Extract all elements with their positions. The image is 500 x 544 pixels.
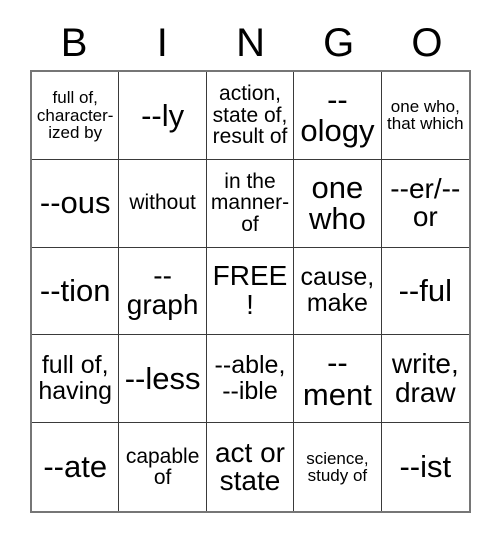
bingo-cell-label: --ist [399,449,452,485]
bingo-cell-g5[interactable]: science, study of [294,423,382,511]
bingo-cell-label: science, study of [306,448,369,486]
bingo-cell-o1[interactable]: one who, that which [381,72,469,160]
bingo-cell-label: in the manner-of [210,170,290,236]
bingo-cell-n1[interactable]: action, state of, result of [206,72,295,160]
bingo-cell-label: capable of [125,444,200,490]
bingo-cell-label: --ly [141,97,185,133]
header-letter-n: N [236,21,265,65]
bingo-cell-i3[interactable]: --graph [119,247,207,336]
bingo-cell-i2[interactable]: without [119,159,207,248]
header-letter-o: O [411,21,443,65]
bingo-cell-label: one who, that which [387,97,464,134]
bingo-cell-free-space[interactable]: FREE! [206,247,295,336]
bingo-cell-label: --ology [300,81,375,149]
bingo-cell-label: --graph [126,260,199,320]
bingo-cell-g1[interactable]: --ology [294,72,382,160]
bingo-card: B I N G O full of, character-ized by --l… [0,0,500,544]
bingo-cell-label: --ment [302,345,372,412]
bingo-cell-label: --able, --ible [214,351,286,405]
bingo-cell-o2[interactable]: --er/--or [381,159,469,248]
bingo-grid: full of, character-ized by --ly action, … [30,70,471,513]
bingo-cell-label: action, state of, result of [212,82,288,149]
bingo-cell-o4[interactable]: write, draw [381,335,469,424]
bingo-cell-label: --ous [39,185,111,221]
bingo-cell-b4[interactable]: full of, having [32,335,120,424]
bingo-cell-b2[interactable]: --ous [32,159,120,248]
bingo-cell-i4[interactable]: --less [119,335,207,424]
bingo-cell-label: without [129,191,196,215]
bingo-cell-n4[interactable]: --able, --ible [206,335,295,424]
bingo-cell-label: --ful [398,273,452,309]
bingo-cell-label: full of, character-ized by [36,88,114,143]
header-letter-i: I [156,21,168,65]
bingo-cell-o3[interactable]: --ful [381,247,469,336]
bingo-cell-label: act or state [214,436,285,497]
bingo-cell-b3[interactable]: --tion [32,247,120,336]
bingo-cell-label: --less [124,360,201,396]
bingo-cell-label: --ate [43,449,108,485]
bingo-cell-i1[interactable]: --ly [119,72,207,160]
bingo-header-row: B I N G O [30,16,471,70]
bingo-cell-i5[interactable]: capable of [119,423,207,511]
bingo-cell-label: one who [308,169,366,237]
bingo-cell-label: --er/--or [390,172,461,233]
bingo-cell-b1[interactable]: full of, character-ized by [32,72,120,160]
bingo-cell-g2[interactable]: one who [294,159,382,248]
bingo-cell-label: cause, make [300,263,375,317]
header-letter-g: G [323,21,355,65]
free-space-label: FREE! [212,260,288,320]
header-letter-b: B [60,21,88,65]
bingo-cell-label: --tion [39,273,111,309]
bingo-cell-label: full of, having [38,351,113,405]
bingo-cell-o5[interactable]: --ist [381,423,469,511]
bingo-cell-n5[interactable]: act or state [206,423,295,511]
bingo-cell-g4[interactable]: --ment [294,335,382,424]
bingo-cell-g3[interactable]: cause, make [294,247,382,336]
bingo-cell-label: write, draw [391,348,459,408]
bingo-cell-b5[interactable]: --ate [32,423,120,511]
bingo-cell-n2[interactable]: in the manner-of [206,159,295,248]
